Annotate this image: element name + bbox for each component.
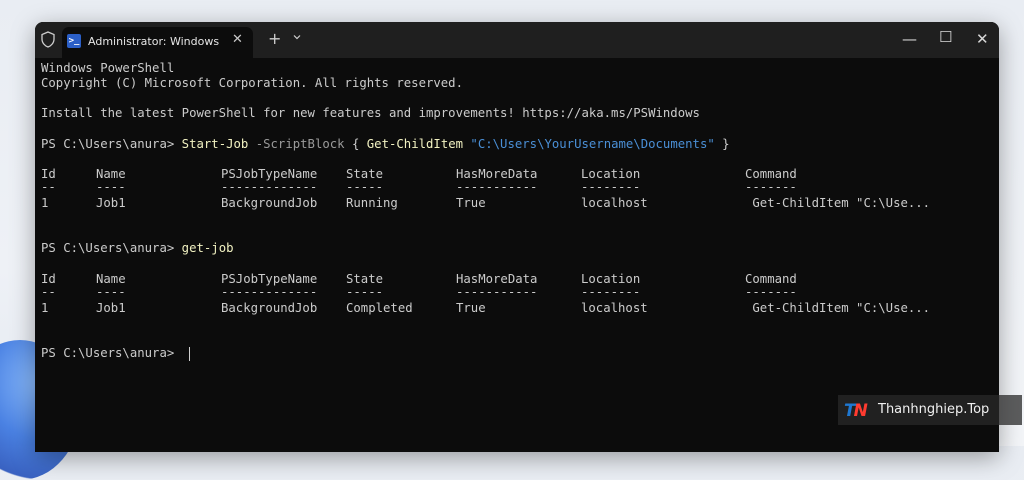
table-cell: localhost <box>581 301 648 315</box>
brace: { <box>344 137 367 151</box>
table-cell: Get-ChildItem "C:\Use... <box>745 301 931 315</box>
table-cell: Job1 <box>96 301 126 315</box>
terminal-window: >_ Administrator: Windows PowerShell ✕ +… <box>35 22 999 452</box>
cmdlet: Get-ChildItem <box>366 137 464 151</box>
maximize-button[interactable]: ☐ <box>939 28 952 46</box>
command-line-3[interactable]: PS C:\Users\anura> <box>41 346 182 361</box>
tab-title: Administrator: Windows PowerShell <box>88 35 223 48</box>
table-underline: ----- <box>346 285 384 299</box>
powershell-icon: >_ <box>67 34 81 48</box>
watermark-logo-icon: TN <box>844 401 868 421</box>
desktop-background-edge <box>998 0 1024 446</box>
watermark-text: Thanhnghiep.Top <box>878 402 990 417</box>
table-underline: ---- <box>96 180 126 194</box>
cmdlet: Start-Job <box>181 137 249 151</box>
table-underline: ------------- <box>221 285 318 299</box>
brace: } <box>714 137 730 151</box>
table-underline: ------- <box>745 285 797 299</box>
chevron-down-icon[interactable] <box>293 33 301 41</box>
prompt: PS C:\Users\anura> <box>41 137 182 151</box>
string-literal: "C:\Users\YourUsername\Documents" <box>463 137 715 151</box>
table-cell: True <box>456 196 486 210</box>
table-underline: -- <box>41 180 56 194</box>
table-cell: BackgroundJob <box>221 196 318 210</box>
table-cell: Running <box>346 196 398 210</box>
table-cell: 1 <box>41 196 49 210</box>
terminal-line: Copyright (C) Microsoft Corporation. All… <box>41 76 463 90</box>
table-underline: ------------- <box>221 180 318 194</box>
table-underline: ----------- <box>456 285 538 299</box>
close-tab-icon[interactable]: ✕ <box>232 32 243 47</box>
new-tab-button[interactable]: + <box>268 29 281 48</box>
table-underline: -- <box>41 285 56 299</box>
shield-icon <box>41 31 55 48</box>
text-cursor <box>189 347 190 361</box>
table-underline: ----- <box>346 180 384 194</box>
table-underline: -------- <box>581 285 641 299</box>
terminal-line: Windows PowerShell <box>41 61 175 75</box>
command-line-2: PS C:\Users\anura> get-job <box>41 241 234 256</box>
parameter: -ScriptBlock <box>248 137 345 151</box>
table-cell: Get-ChildItem "C:\Use... <box>745 196 931 210</box>
table-cell: Job1 <box>96 196 126 210</box>
table-underline: ----------- <box>456 180 538 194</box>
table-underline: -------- <box>581 180 641 194</box>
watermark: TN Thanhnghiep.Top <box>838 395 1022 425</box>
title-bar[interactable]: >_ Administrator: Windows PowerShell ✕ +… <box>35 22 999 58</box>
tab-powershell[interactable]: >_ Administrator: Windows PowerShell ✕ <box>62 27 253 58</box>
prompt: PS C:\Users\anura> <box>41 346 182 360</box>
terminal-output[interactable]: Windows PowerShell Copyright (C) Microso… <box>41 58 999 452</box>
table-underline: ---- <box>96 285 126 299</box>
table-cell: True <box>456 301 486 315</box>
table-cell: Completed <box>346 301 413 315</box>
cmdlet: get-job <box>181 241 234 255</box>
command-line-1: PS C:\Users\anura> Start-Job -ScriptBloc… <box>41 137 730 152</box>
minimize-button[interactable]: — <box>902 30 917 48</box>
prompt: PS C:\Users\anura> <box>41 241 182 255</box>
table-underline: ------- <box>745 180 797 194</box>
table-cell: 1 <box>41 301 49 315</box>
close-button[interactable]: ✕ <box>976 30 989 48</box>
table-cell: localhost <box>581 196 648 210</box>
terminal-line: Install the latest PowerShell for new fe… <box>41 106 700 120</box>
table-cell: BackgroundJob <box>221 301 318 315</box>
